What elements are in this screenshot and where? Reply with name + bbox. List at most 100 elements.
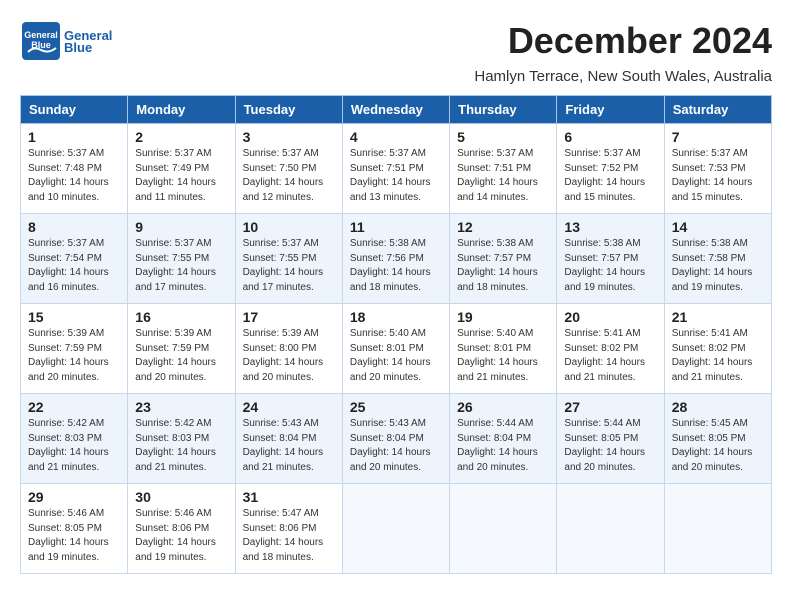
day-info: Sunrise: 5:39 AM Sunset: 8:00 PM Dayligh… (243, 327, 335, 385)
day-info: Sunrise: 5:37 AM Sunset: 7:54 PM Dayligh… (28, 237, 120, 295)
day-info: Sunrise: 5:39 AM Sunset: 7:59 PM Dayligh… (135, 327, 227, 385)
day-number: 14 (672, 219, 764, 235)
day-info: Sunrise: 5:46 AM Sunset: 8:05 PM Dayligh… (28, 507, 120, 565)
day-number: 1 (28, 129, 120, 145)
day-info: Sunrise: 5:38 AM Sunset: 7:57 PM Dayligh… (564, 237, 656, 295)
calendar-cell: 23Sunrise: 5:42 AM Sunset: 8:03 PM Dayli… (128, 394, 235, 484)
calendar-cell: 22 Sunrise: 5:42 AM Sunset: 8:03 PM Dayli… (21, 394, 128, 484)
day-number: 29 (28, 489, 120, 505)
day-number: 26 (457, 399, 549, 415)
day-number: 19 (457, 309, 549, 325)
day-info: Sunrise: 5:40 AM Sunset: 8:01 PM Dayligh… (457, 327, 549, 385)
calendar-table: Sunday Monday Tuesday Wednesday Thursday… (20, 95, 772, 574)
header-wednesday: Wednesday (342, 96, 449, 124)
day-info: Sunrise: 5:42 AM Sunset: 8:03 PM Dayligh… (135, 417, 227, 475)
calendar-cell (557, 484, 664, 574)
logo-text: General Blue (64, 28, 112, 55)
day-info: Sunrise: 5:38 AM Sunset: 7:57 PM Dayligh… (457, 237, 549, 295)
day-info: Sunrise: 5:46 AM Sunset: 8:06 PM Dayligh… (135, 507, 227, 565)
calendar-cell: 6 Sunrise: 5:37 AM Sunset: 7:52 PM Daylig… (557, 124, 664, 214)
day-number: 22 (28, 399, 120, 415)
calendar-cell (450, 484, 557, 574)
day-number: 25 (350, 399, 442, 415)
day-number: 30 (135, 489, 227, 505)
day-info: Sunrise: 5:37 AM Sunset: 7:51 PM Dayligh… (457, 147, 549, 205)
day-number: 7 (672, 129, 764, 145)
day-info: Sunrise: 5:47 AM Sunset: 8:06 PM Dayligh… (243, 507, 335, 565)
header-thursday: Thursday (450, 96, 557, 124)
day-info: Sunrise: 5:42 AM Sunset: 8:03 PM Dayligh… (28, 417, 120, 475)
page-container: General Blue General Blue December 2024 … (20, 20, 772, 574)
day-info: Sunrise: 5:40 AM Sunset: 8:01 PM Dayligh… (350, 327, 442, 385)
calendar-cell: 19 Sunrise: 5:40 AM Sunset: 8:01 PM Dayli… (450, 304, 557, 394)
header-monday: Monday (128, 96, 235, 124)
day-number: 20 (564, 309, 656, 325)
day-number: 24 (243, 399, 335, 415)
day-number: 18 (350, 309, 442, 325)
calendar-cell: 10 Sunrise: 5:37 AM Sunset: 7:55 PM Dayli… (235, 214, 342, 304)
calendar-cell: 9Sunrise: 5:37 AM Sunset: 7:55 PM Daylig… (128, 214, 235, 304)
calendar-cell: 5 Sunrise: 5:37 AM Sunset: 7:51 PM Daylig… (450, 124, 557, 214)
calendar-cell: 25Sunrise: 5:43 AM Sunset: 8:04 PM Dayli… (342, 394, 449, 484)
month-title: December 2024 (508, 20, 772, 62)
day-info: Sunrise: 5:37 AM Sunset: 7:52 PM Dayligh… (564, 147, 656, 205)
header-friday: Friday (557, 96, 664, 124)
logo: General Blue General Blue (20, 20, 112, 62)
day-number: 9 (135, 219, 227, 235)
calendar-cell: 12 Sunrise: 5:38 AM Sunset: 7:57 PM Dayli… (450, 214, 557, 304)
calendar-cell: 1 Sunrise: 5:37 AM Sunset: 7:48 PM Daylig… (21, 124, 128, 214)
day-info: Sunrise: 5:39 AM Sunset: 7:59 PM Dayligh… (28, 327, 120, 385)
calendar-cell (664, 484, 771, 574)
calendar-cell: 15 Sunrise: 5:39 AM Sunset: 7:59 PM Dayli… (21, 304, 128, 394)
calendar-cell: 30 Sunrise: 5:46 AM Sunset: 8:06 PM Dayli… (128, 484, 235, 574)
day-info: Sunrise: 5:37 AM Sunset: 7:48 PM Dayligh… (28, 147, 120, 205)
day-number: 10 (243, 219, 335, 235)
day-number: 28 (672, 399, 764, 415)
day-number: 12 (457, 219, 549, 235)
location-title: Hamlyn Terrace, New South Wales, Austral… (20, 68, 772, 85)
calendar-cell: 17 Sunrise: 5:39 AM Sunset: 8:00 PM Dayli… (235, 304, 342, 394)
calendar-cell: 24 Sunrise: 5:43 AM Sunset: 8:04 PM Dayli… (235, 394, 342, 484)
calendar-row: 22 Sunrise: 5:42 AM Sunset: 8:03 PM Dayli… (21, 394, 772, 484)
day-number: 6 (564, 129, 656, 145)
header-tuesday: Tuesday (235, 96, 342, 124)
day-number: 5 (457, 129, 549, 145)
calendar-cell: 11Sunrise: 5:38 AM Sunset: 7:56 PM Dayli… (342, 214, 449, 304)
header-sunday: Sunday (21, 96, 128, 124)
calendar-cell: 2Sunrise: 5:37 AM Sunset: 7:49 PM Daylig… (128, 124, 235, 214)
calendar-cell: 27Sunrise: 5:44 AM Sunset: 8:05 PM Dayli… (557, 394, 664, 484)
calendar-cell: 4Sunrise: 5:37 AM Sunset: 7:51 PM Daylig… (342, 124, 449, 214)
day-number: 21 (672, 309, 764, 325)
calendar-cell: 8 Sunrise: 5:37 AM Sunset: 7:54 PM Daylig… (21, 214, 128, 304)
calendar-cell: 28Sunrise: 5:45 AM Sunset: 8:05 PM Dayli… (664, 394, 771, 484)
day-number: 3 (243, 129, 335, 145)
day-info: Sunrise: 5:37 AM Sunset: 7:55 PM Dayligh… (243, 237, 335, 295)
day-number: 8 (28, 219, 120, 235)
calendar-cell (342, 484, 449, 574)
calendar-cell: 3 Sunrise: 5:37 AM Sunset: 7:50 PM Daylig… (235, 124, 342, 214)
day-info: Sunrise: 5:44 AM Sunset: 8:05 PM Dayligh… (564, 417, 656, 475)
calendar-cell: 26 Sunrise: 5:44 AM Sunset: 8:04 PM Dayli… (450, 394, 557, 484)
calendar-cell: 18 Sunrise: 5:40 AM Sunset: 8:01 PM Dayli… (342, 304, 449, 394)
calendar-cell: 21 Sunrise: 5:41 AM Sunset: 8:02 PM Dayli… (664, 304, 771, 394)
day-info: Sunrise: 5:37 AM Sunset: 7:50 PM Dayligh… (243, 147, 335, 205)
day-number: 15 (28, 309, 120, 325)
day-number: 16 (135, 309, 227, 325)
day-number: 31 (243, 489, 335, 505)
day-info: Sunrise: 5:43 AM Sunset: 8:04 PM Dayligh… (243, 417, 335, 475)
day-info: Sunrise: 5:41 AM Sunset: 8:02 PM Dayligh… (672, 327, 764, 385)
day-number: 17 (243, 309, 335, 325)
day-number: 2 (135, 129, 227, 145)
day-number: 4 (350, 129, 442, 145)
calendar-cell: 14 Sunrise: 5:38 AM Sunset: 7:58 PM Dayli… (664, 214, 771, 304)
day-number: 11 (350, 219, 442, 235)
calendar-cell: 29 Sunrise: 5:46 AM Sunset: 8:05 PM Dayli… (21, 484, 128, 574)
calendar-cell: 7Sunrise: 5:37 AM Sunset: 7:53 PM Daylig… (664, 124, 771, 214)
calendar-row: 15 Sunrise: 5:39 AM Sunset: 7:59 PM Dayli… (21, 304, 772, 394)
calendar-row: 8 Sunrise: 5:37 AM Sunset: 7:54 PM Daylig… (21, 214, 772, 304)
calendar-row: 29 Sunrise: 5:46 AM Sunset: 8:05 PM Dayli… (21, 484, 772, 574)
day-info: Sunrise: 5:44 AM Sunset: 8:04 PM Dayligh… (457, 417, 549, 475)
day-info: Sunrise: 5:41 AM Sunset: 8:02 PM Dayligh… (564, 327, 656, 385)
calendar-cell: 31 Sunrise: 5:47 AM Sunset: 8:06 PM Dayli… (235, 484, 342, 574)
day-info: Sunrise: 5:38 AM Sunset: 7:58 PM Dayligh… (672, 237, 764, 295)
